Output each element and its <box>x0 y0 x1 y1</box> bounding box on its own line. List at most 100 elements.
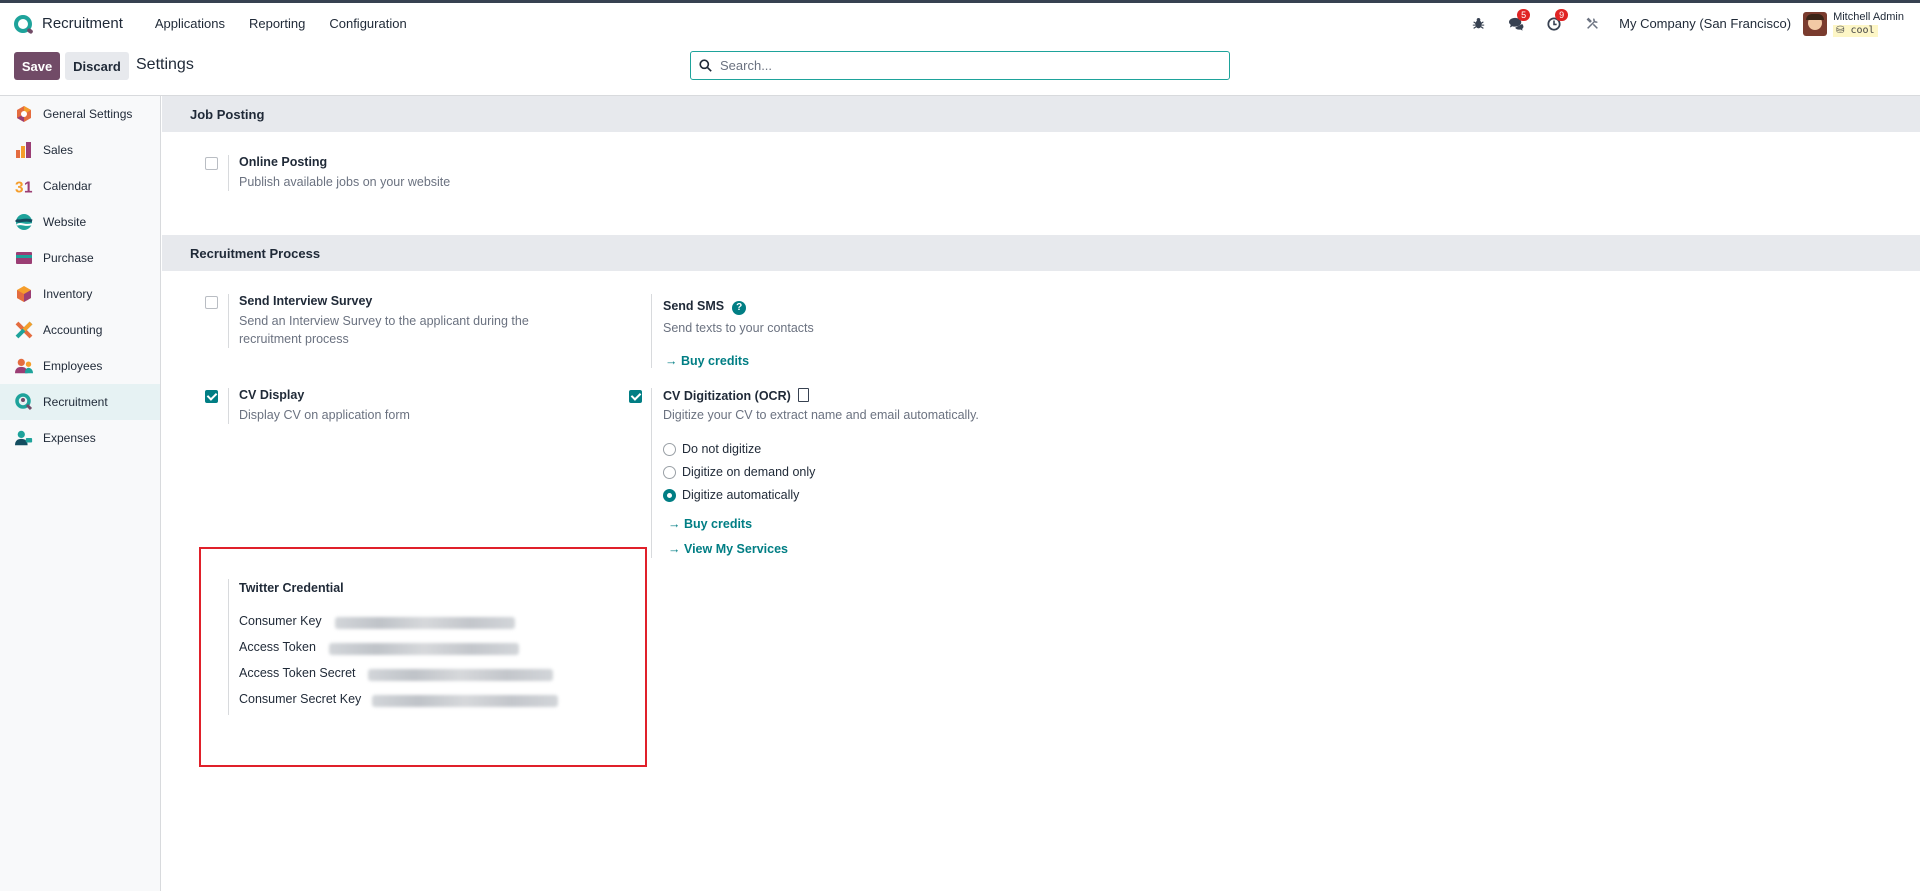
company-switcher[interactable]: My Company (San Francisco) <box>1619 16 1791 31</box>
sidebar-item-sales[interactable]: Sales <box>0 132 160 168</box>
consumer-key-value-redacted[interactable] <box>335 617 515 629</box>
cv-display-title: CV Display <box>239 388 305 402</box>
section-job-posting-heading: Job Posting <box>162 96 1920 132</box>
calendar-icon: 31 <box>15 177 33 195</box>
sms-buy-credits-link[interactable]: → Buy credits <box>665 354 749 368</box>
main-menu: Applications Reporting Configuration <box>143 16 419 31</box>
radio-label-digitize-automatically[interactable]: Digitize automatically <box>682 488 799 502</box>
interview-survey-desc-line2: recruitment process <box>239 332 349 346</box>
access-token-secret-label: Access Token Secret <box>239 666 356 680</box>
messages-count-badge: 5 <box>1517 8 1531 21</box>
svg-text:3: 3 <box>15 179 24 195</box>
recruitment-icon <box>15 393 33 411</box>
database-name-text: cool <box>1850 24 1875 36</box>
divider <box>651 388 652 558</box>
discard-button[interactable]: Discard <box>65 52 129 80</box>
ocr-buy-credits-link[interactable]: → Buy credits <box>668 517 752 531</box>
interview-survey-checkbox[interactable] <box>205 296 218 309</box>
sidebar-item-label: Inventory <box>43 287 93 301</box>
online-posting-checkbox[interactable] <box>205 157 218 170</box>
online-posting-title: Online Posting <box>239 155 328 169</box>
consumer-secret-key-value-redacted[interactable] <box>372 695 558 707</box>
sidebar-item-employees[interactable]: Employees <box>0 348 160 384</box>
send-sms-desc: Send texts to your contacts <box>663 321 814 335</box>
sidebar-item-inventory[interactable]: Inventory <box>0 276 160 312</box>
twitter-credential-title: Twitter Credential <box>239 581 344 595</box>
user-avatar[interactable] <box>1803 11 1828 36</box>
general-settings-icon <box>15 105 33 123</box>
sidebar-item-calendar[interactable]: 31 Calendar <box>0 168 160 204</box>
user-menu[interactable]: Mitchell Admin ⛁ cool <box>1833 11 1904 37</box>
inventory-icon <box>15 285 33 303</box>
recruitment-logo-icon <box>14 14 32 33</box>
control-panel: Save Discard Settings <box>0 44 1920 96</box>
document-icon <box>797 388 809 402</box>
sidebar-item-label: Calendar <box>43 179 92 193</box>
divider <box>228 294 229 348</box>
sidebar-item-accounting[interactable]: Accounting <box>0 312 160 348</box>
send-sms-title-text: Send SMS <box>663 299 725 313</box>
menu-configuration[interactable]: Configuration <box>317 16 418 31</box>
sidebar-item-purchase[interactable]: Purchase <box>0 240 160 276</box>
menu-applications[interactable]: Applications <box>143 16 237 31</box>
app-name: Recruitment <box>42 15 123 32</box>
sidebar-item-expenses[interactable]: Expenses <box>0 420 160 456</box>
sidebar-item-label: Sales <box>43 143 74 157</box>
employees-icon <box>15 357 33 375</box>
divider <box>651 294 652 368</box>
sidebar-item-recruitment[interactable]: Recruitment <box>0 384 160 420</box>
user-name: Mitchell Admin <box>1833 10 1904 23</box>
expenses-icon <box>15 429 33 447</box>
sales-icon <box>15 141 33 159</box>
navbar-systray: 5 9 My Company (San Francisco) Mitchell … <box>1459 3 1904 44</box>
access-token-secret-value-redacted[interactable] <box>368 669 553 681</box>
access-token-value-redacted[interactable] <box>329 643 519 655</box>
app-brand[interactable]: Recruitment <box>14 14 123 33</box>
messages-icon[interactable]: 5 <box>1497 8 1535 31</box>
consumer-key-label: Consumer Key <box>239 614 322 628</box>
radio-do-not-digitize[interactable] <box>663 443 676 456</box>
search-input[interactable] <box>720 58 1200 73</box>
cv-digitization-desc: Digitize your CV to extract name and ema… <box>663 408 979 422</box>
cv-display-desc: Display CV on application form <box>239 408 410 422</box>
radio-digitize-automatically[interactable] <box>663 489 676 502</box>
cv-digitization-checkbox[interactable] <box>629 390 642 403</box>
sidebar-item-website[interactable]: Website <box>0 204 160 240</box>
save-button[interactable]: Save <box>14 52 60 80</box>
settings-search-box[interactable] <box>690 51 1230 80</box>
sidebar-item-label: Expenses <box>43 431 96 445</box>
radio-digitize-on-demand[interactable] <box>663 466 676 479</box>
radio-label-do-not-digitize[interactable]: Do not digitize <box>682 442 761 456</box>
send-sms-title: Send SMS? <box>663 299 747 315</box>
settings-sidebar: General Settings Sales 31 Calendar Websi… <box>0 96 161 891</box>
database-name: ⛁ cool <box>1833 24 1878 37</box>
page-title: Settings <box>136 56 194 73</box>
tools-icon[interactable] <box>1573 17 1611 30</box>
website-icon <box>15 213 33 231</box>
divider <box>228 579 229 715</box>
cv-display-checkbox[interactable] <box>205 390 218 403</box>
sidebar-item-label: Employees <box>43 359 103 373</box>
cv-digitization-title-text: CV Digitization (OCR) <box>663 389 791 403</box>
sidebar-item-label: Accounting <box>43 323 103 337</box>
purchase-icon <box>15 249 33 267</box>
cv-digitization-title: CV Digitization (OCR) <box>663 388 809 403</box>
section-recruitment-process-heading: Recruitment Process <box>162 235 1920 271</box>
help-icon[interactable]: ? <box>732 301 747 315</box>
view-my-services-link[interactable]: → View My Services <box>668 542 788 556</box>
activities-clock-icon[interactable]: 9 <box>1535 8 1573 31</box>
sidebar-item-label: Purchase <box>43 251 94 265</box>
accounting-icon <box>15 321 33 339</box>
menu-reporting[interactable]: Reporting <box>237 16 317 31</box>
divider <box>228 388 229 424</box>
sidebar-item-label: Recruitment <box>43 395 108 409</box>
interview-survey-desc-line1: Send an Interview Survey to the applican… <box>239 314 529 328</box>
debug-bug-icon[interactable] <box>1459 17 1497 30</box>
radio-label-digitize-on-demand[interactable]: Digitize on demand only <box>682 465 815 479</box>
access-token-label: Access Token <box>239 640 316 654</box>
sidebar-item-label: General Settings <box>43 107 133 121</box>
top-navbar: Recruitment Applications Reporting Confi… <box>0 0 1920 44</box>
sidebar-item-general-settings[interactable]: General Settings <box>0 96 160 132</box>
activities-count-badge: 9 <box>1555 8 1569 21</box>
twitter-credential-highlight-box <box>199 547 647 767</box>
